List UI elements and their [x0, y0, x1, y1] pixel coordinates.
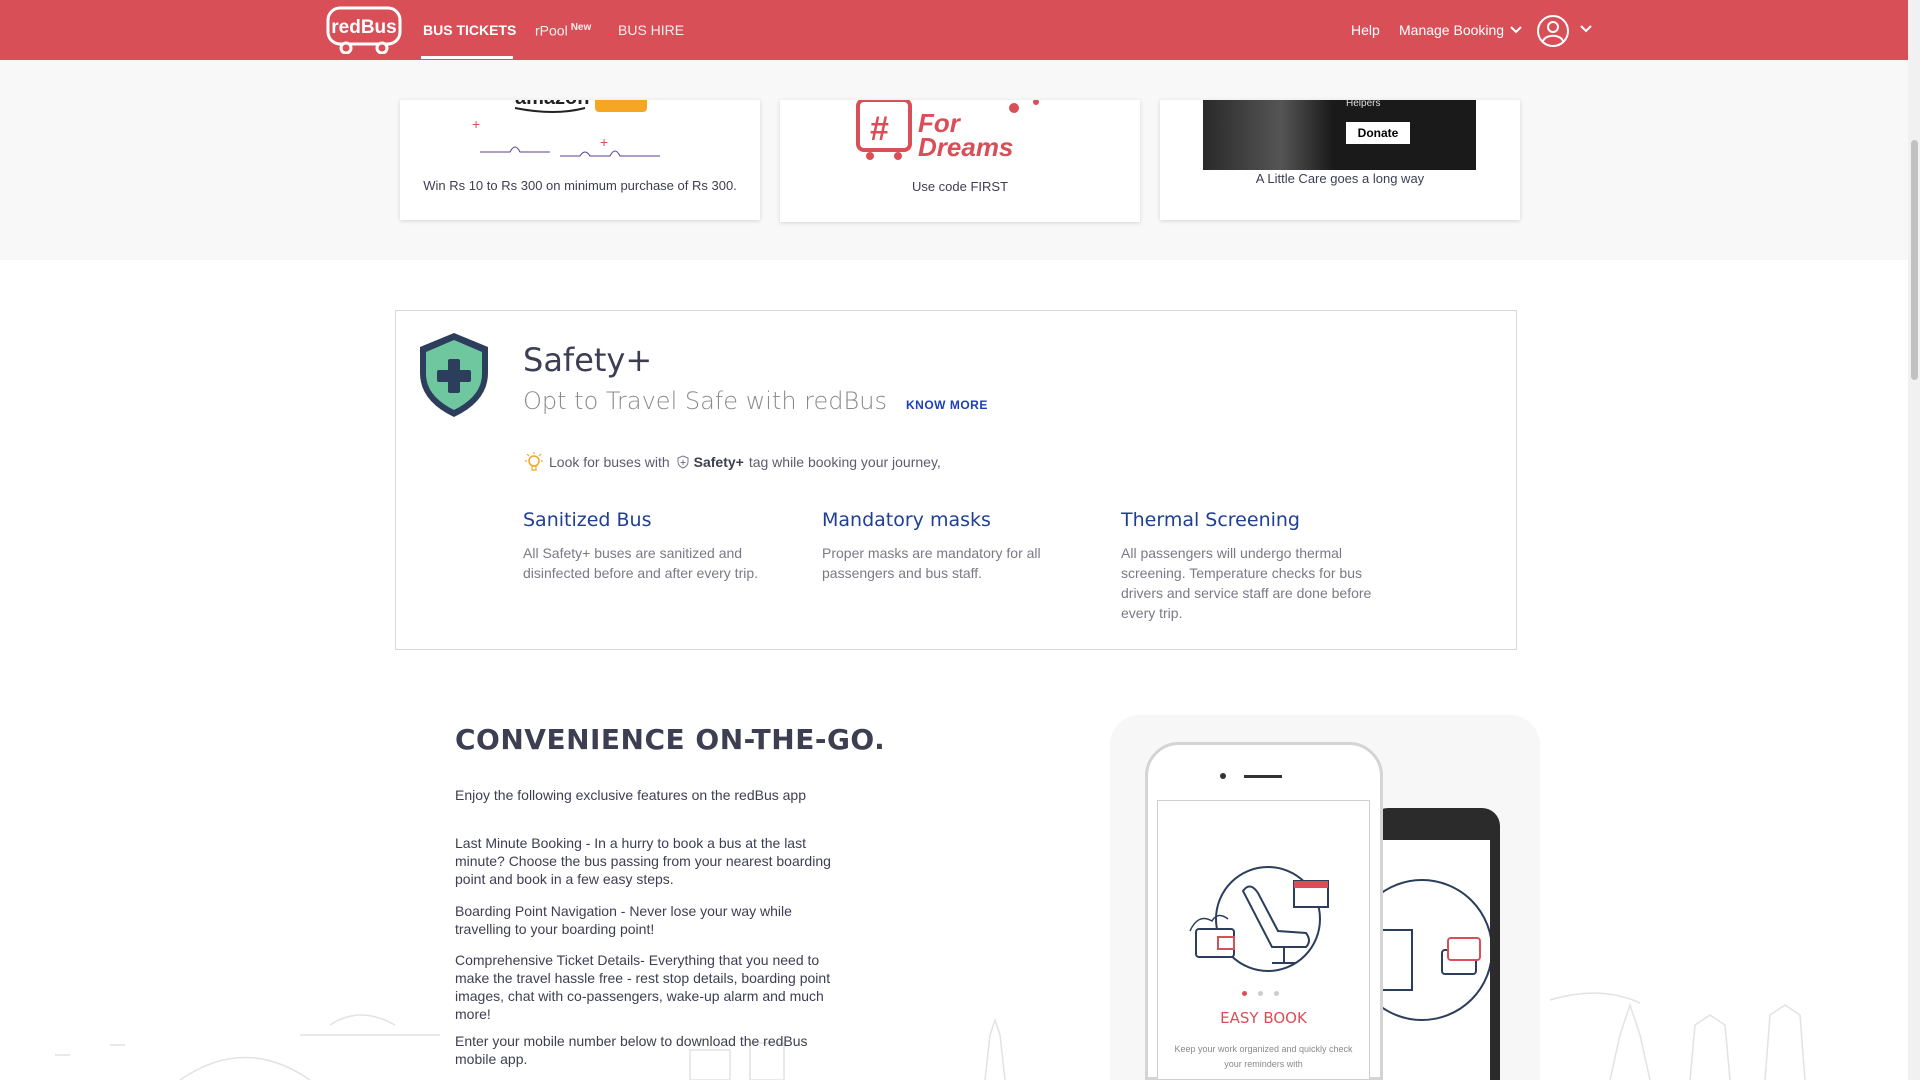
- nav-rpool-label: rPool: [535, 22, 568, 39]
- nav-bus-tickets[interactable]: BUS TICKETS: [423, 22, 516, 38]
- feature-desc: Proper masks are mandatory for all passe…: [822, 545, 1041, 581]
- donate-button[interactable]: Donate: [1346, 122, 1410, 144]
- offer-card-first[interactable]: # For Dreams Use code FIRST: [780, 100, 1140, 222]
- svg-text:#: #: [870, 110, 889, 148]
- nav-bus-hire[interactable]: BUS HIRE: [618, 22, 684, 38]
- offers-section: amazon pay + + Win Rs 10 to Rs 300 on mi…: [0, 60, 1908, 260]
- iphone-screen: [1157, 800, 1370, 1080]
- safety-subtitle: Opt to Travel Safe with redBus: [523, 387, 887, 415]
- charity-banner-image: Helpers Donate: [1203, 100, 1476, 170]
- feature-desc: All Safety+ buses are sanitized and disi…: [523, 545, 759, 581]
- scrollbar-thumb[interactable]: [1911, 140, 1918, 380]
- safety-shield-small-icon: [677, 455, 689, 469]
- easy-book-seat-icon: [1189, 866, 1329, 972]
- tip-prefix: Look for buses with: [549, 454, 670, 470]
- android-phone-screen: [1351, 840, 1493, 1080]
- amazon-pay-banner: amazon pay + +: [472, 100, 660, 157]
- carousel-dot[interactable]: [1258, 991, 1263, 996]
- top-nav-bar: redBus BUS TICKETS rPool New BUS HIRE Hel…: [0, 0, 1908, 60]
- feature-boarding-nav: Boarding Point Navigation - Never lose y…: [455, 903, 792, 937]
- svg-text:+: +: [472, 116, 480, 132]
- safety-tip: Look for buses with Safety+ tag while bo…: [523, 451, 941, 473]
- feature-thermal-screening: Thermal Screening All passengers will un…: [1121, 509, 1401, 623]
- offer-caption: A Little Care goes a long way: [1255, 171, 1425, 186]
- phone-screen-heading: EASY BOOK: [1220, 1009, 1307, 1027]
- feature-last-minute: Last Minute Booking - In a hurry to book…: [455, 835, 831, 887]
- city-skyline-decoration: [55, 992, 1806, 1080]
- logo-text: redBus: [331, 17, 396, 38]
- lightbulb-icon: [525, 452, 543, 471]
- feature-sanitized-bus: Sanitized Bus All Safety+ buses are sani…: [523, 509, 803, 583]
- feature-title: Thermal Screening: [1121, 509, 1300, 531]
- chevron-down-icon[interactable]: [1509, 25, 1523, 35]
- know-more-link[interactable]: KNOW MORE: [906, 398, 988, 412]
- banner-small-text: Helpers: [1346, 100, 1381, 109]
- active-tab-indicator: [421, 56, 513, 59]
- camera-icon: [1220, 773, 1226, 779]
- ticket-chat-icon: [1351, 879, 1493, 1021]
- download-prompt: Enter your mobile number below to downlo…: [455, 1033, 808, 1067]
- offer-card-donate[interactable]: Helpers Donate A Little Care goes a long…: [1160, 100, 1520, 220]
- safety-title: Safety+: [523, 341, 653, 379]
- convenience-intro: Enjoy the following exclusive features o…: [455, 787, 806, 803]
- redbus-logo[interactable]: redBus: [326, 6, 402, 54]
- feature-title: Mandatory masks: [822, 509, 991, 531]
- manage-booking-menu[interactable]: Manage Booking: [1399, 22, 1504, 38]
- new-badge: New: [570, 22, 592, 33]
- speaker-grill: [1244, 775, 1282, 778]
- offer-caption: Win Rs 10 to Rs 300 on minimum purchase …: [423, 178, 737, 193]
- offer-card-amazon-pay[interactable]: amazon pay + + Win Rs 10 to Rs 300 on mi…: [400, 100, 760, 220]
- person-photo: [1203, 100, 1333, 170]
- shield-plus-icon: [420, 333, 488, 417]
- feature-title: Sanitized Bus: [523, 509, 652, 531]
- tip-safety-tag: Safety+: [693, 454, 744, 470]
- for-dreams-banner: # For Dreams: [856, 100, 1039, 162]
- nav-rpool[interactable]: rPool New: [535, 22, 591, 39]
- help-link[interactable]: Help: [1351, 22, 1380, 38]
- convenience-title: CONVENIENCE ON-THE-GO.: [455, 723, 886, 756]
- carousel-dot-active[interactable]: [1242, 991, 1247, 996]
- tip-suffix: tag while booking your journey,: [748, 454, 941, 470]
- phone-screen-desc: Keep your work organized and quickly che…: [1174, 1044, 1353, 1069]
- user-account-icon[interactable]: [1536, 14, 1570, 48]
- safety-plus-section: Safety+ Opt to Travel Safe with redBus K…: [395, 310, 1517, 650]
- banner-text-dreams: Dreams: [918, 132, 1013, 162]
- feature-ticket-details: Comprehensive Ticket Details- Everything…: [455, 952, 831, 1022]
- svg-text:+: +: [600, 134, 608, 150]
- carousel-dot[interactable]: [1274, 991, 1279, 996]
- chevron-down-icon[interactable]: [1579, 24, 1593, 34]
- offer-caption: Use code FIRST: [911, 179, 1009, 194]
- feature-desc: All passengers will undergo thermal scre…: [1121, 545, 1372, 621]
- feature-mandatory-masks: Mandatory masks Proper masks are mandato…: [822, 509, 1102, 583]
